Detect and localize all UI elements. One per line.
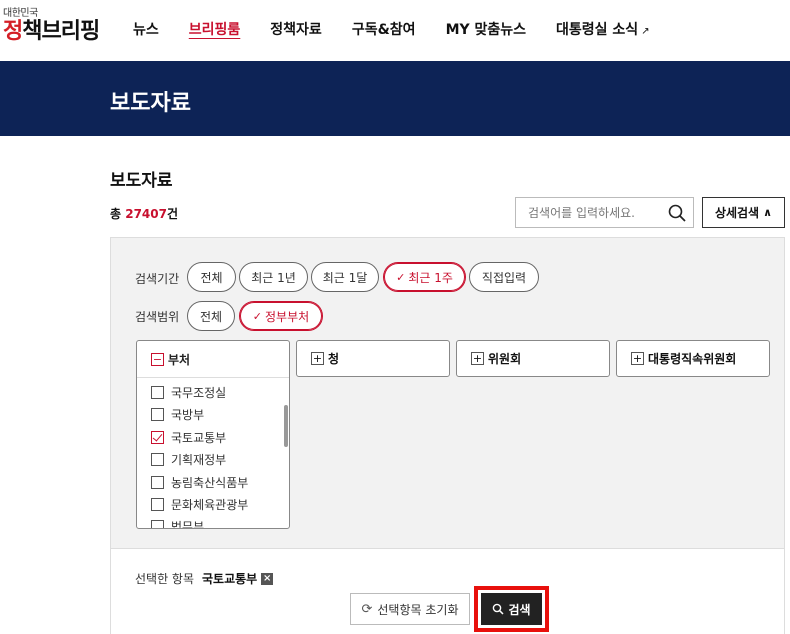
scope-option-gov-ministries-label: 정부부처: [265, 309, 310, 324]
search-box: [515, 197, 694, 228]
checkbox-checked[interactable]: [151, 430, 164, 444]
plus-icon: +: [631, 352, 644, 365]
main-nav: 뉴스 브리핑룸 정책자료 구독&참여 MY 맞춤뉴스 대통령실 소식 ↗: [133, 19, 680, 39]
search-button[interactable]: 검색: [481, 593, 542, 625]
category-ministries-label: 부처: [168, 352, 191, 367]
dept-item[interactable]: 국무조정실: [151, 384, 226, 400]
category-committees[interactable]: + 위원회: [456, 340, 610, 377]
checkbox[interactable]: [151, 519, 164, 528]
chevron-up-icon: ∧: [763, 206, 773, 219]
checkbox[interactable]: [151, 497, 164, 511]
dept-item[interactable]: 문화체육관광부: [151, 496, 248, 512]
list-scrollbar[interactable]: [284, 405, 288, 447]
period-option-1week[interactable]: ✓ 최근 1주: [383, 262, 466, 292]
check-icon: ✓: [396, 270, 406, 284]
page-banner: 보도자료: [0, 61, 790, 136]
category-presidential-committees[interactable]: + 대통령직속위원회: [616, 340, 770, 377]
scope-option-all[interactable]: 전체: [187, 301, 235, 331]
search-input[interactable]: [516, 198, 664, 227]
banner-title: 보도자료: [110, 91, 191, 116]
collapse-icon: −: [151, 352, 164, 366]
checkbox[interactable]: [151, 475, 164, 489]
period-option-1year[interactable]: 최근 1년: [239, 262, 308, 292]
refresh-icon: ⟳: [361, 601, 373, 617]
period-option-1week-label: 최근 1주: [408, 270, 453, 285]
filter-panel: 검색기간 전체 최근 1년 최근 1달 ✓ 최근 1주 직접입력 검색범위 전체 …: [110, 237, 785, 634]
nav-policy-data[interactable]: 정책자료: [270, 19, 322, 39]
category-ministries[interactable]: − 부처: [137, 341, 289, 378]
logo-big-text: 정책브리핑: [3, 19, 100, 44]
external-arrow-icon: ↗: [641, 26, 650, 37]
nav-my-news[interactable]: MY 맞춤뉴스: [446, 19, 526, 39]
reset-selection-button[interactable]: ⟳ 선택항목 초기화: [350, 593, 470, 625]
dept-item[interactable]: 기획재정부: [151, 451, 226, 467]
period-label: 검색기간: [135, 272, 180, 286]
dept-item[interactable]: 국토교통부: [151, 429, 226, 445]
nav-news[interactable]: 뉴스: [133, 19, 159, 39]
category-committees-label: 위원회: [488, 352, 522, 366]
scope-label: 검색범위: [135, 310, 180, 324]
scope-option-gov-ministries[interactable]: ✓ 정부부처: [239, 301, 323, 331]
total-count-number: 27407: [125, 207, 167, 221]
category-presidential-committees-label: 대통령직속위원회: [648, 352, 737, 366]
check-icon: ✓: [252, 309, 263, 323]
nav-presidential-office[interactable]: 대통령실 소식 ↗: [556, 19, 650, 39]
period-option-all[interactable]: 전체: [187, 262, 236, 292]
search-icon: [493, 603, 504, 615]
section-title: 보도자료: [110, 171, 173, 191]
category-agencies-label: 청: [328, 352, 340, 366]
plus-icon: +: [471, 352, 484, 365]
department-list: − 부처 국무조정실 국방부 국토교통부 기획재정부 농림축산식품부 문화체육관광…: [136, 340, 290, 529]
nav-presidential-office-label: 대통령실 소식: [556, 22, 639, 38]
remove-icon[interactable]: ×: [261, 572, 274, 585]
period-option-1month[interactable]: 최근 1달: [311, 262, 379, 292]
checkbox[interactable]: [151, 407, 164, 421]
dept-item[interactable]: 국방부: [151, 406, 204, 422]
selected-item-tag: 국토교통부 ×: [202, 572, 274, 586]
site-header: 대한민국 정책브리핑 뉴스 브리핑룸 정책자료 구독&참여 MY 맞춤뉴스 대통…: [0, 0, 790, 61]
plus-icon: +: [311, 352, 324, 365]
reset-selection-label: 선택항목 초기화: [377, 602, 459, 617]
nav-subscribe[interactable]: 구독&참여: [352, 19, 416, 39]
detail-search-label: 상세검색: [714, 206, 760, 220]
total-count: 총 27407건: [110, 207, 179, 221]
dept-item[interactable]: 법무부: [151, 518, 204, 528]
detail-search-button[interactable]: 상세검색 ∧: [702, 197, 785, 228]
highlight-frame: 검색: [474, 586, 549, 632]
selected-items-area: 선택한 항목 국토교통부 × ⟳ 선택항목 초기화 검색: [111, 548, 784, 634]
dept-item[interactable]: 농림축산식품부: [151, 474, 248, 490]
site-logo[interactable]: 대한민국 정책브리핑: [3, 8, 100, 44]
category-agencies[interactable]: + 청: [296, 340, 450, 377]
checkbox[interactable]: [151, 452, 164, 466]
checkbox[interactable]: [151, 385, 164, 399]
selected-items-label: 선택한 항목: [135, 572, 195, 586]
search-icon[interactable]: [667, 203, 687, 223]
period-option-custom[interactable]: 직접입력: [469, 262, 539, 292]
nav-briefing-room[interactable]: 브리핑룸: [189, 19, 241, 39]
search-button-label: 검색: [508, 602, 531, 617]
